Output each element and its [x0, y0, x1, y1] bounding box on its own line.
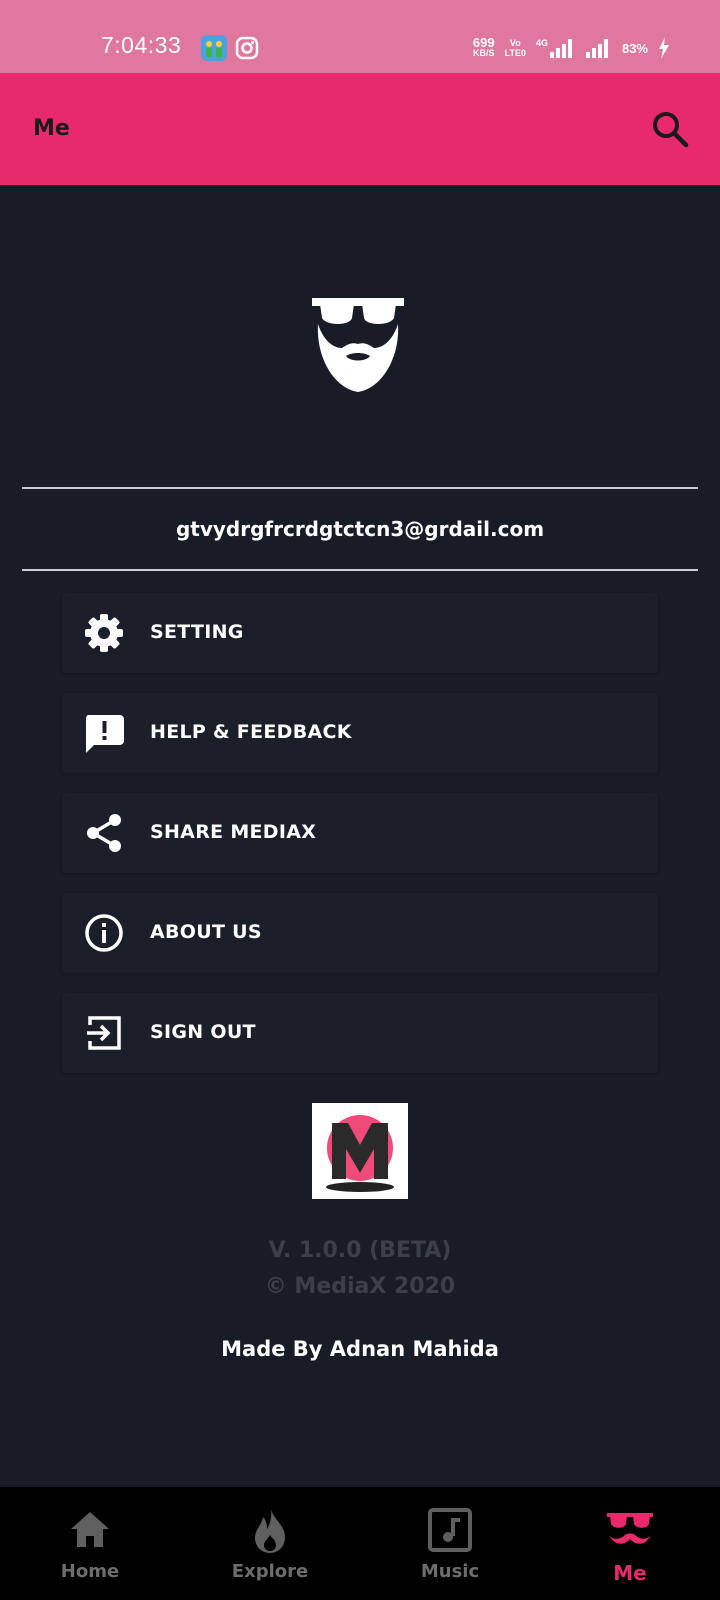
menu-label-about-us: ABOUT US	[150, 921, 262, 943]
gear-icon	[85, 614, 123, 652]
menu-item-about-us[interactable]: ABOUT US	[62, 893, 658, 973]
version-text: V. 1.0.0 (BETA)	[268, 1238, 452, 1263]
nav-label-music: Music	[420, 1561, 480, 1582]
divider-bottom	[22, 569, 698, 571]
share-icon	[87, 814, 121, 852]
home-icon	[71, 1512, 109, 1547]
menu-label-share-mediax: SHARE MEDIAX	[150, 821, 317, 843]
made-by-text: Made By Adnan Mahida	[221, 1337, 499, 1361]
volte-indicator: Vo LTE0	[505, 38, 526, 58]
menu-item-setting[interactable]: SETTING	[62, 593, 658, 673]
net-speed: 699 KB/S	[472, 35, 495, 59]
status-bar: 7:04:33 699 KB/S Vo LTE0 4G 83%	[0, 0, 720, 73]
me-mustache-icon	[607, 1513, 653, 1544]
volte-top: Vo	[509, 38, 521, 48]
mediax-logo	[312, 1103, 408, 1199]
menu-item-sign-out[interactable]: SIGN OUT	[62, 993, 658, 1073]
feedback-icon	[86, 715, 124, 753]
copyright-text: © MediaX 2020	[264, 1274, 456, 1299]
status-time: 7:04:33	[101, 32, 182, 58]
nav-label-home: Home	[60, 1561, 120, 1582]
nav-label-me: Me	[613, 1561, 647, 1585]
menu-item-help-feedback[interactable]: HELP & FEEDBACK	[62, 693, 658, 773]
signal-icon	[585, 39, 608, 58]
volte-bottom: LTE0	[504, 48, 526, 58]
net-speed-unit: KB/S	[473, 48, 495, 58]
page-title: Me	[33, 116, 70, 141]
flame-icon	[255, 1509, 285, 1553]
instagram-icon	[235, 36, 259, 60]
charging-bolt-icon	[659, 37, 669, 59]
nav-item-home[interactable]: Home	[0, 1487, 180, 1600]
bottom-nav: Home Explore Music Me	[0, 1487, 720, 1600]
menu-label-setting: SETTING	[150, 621, 244, 643]
nav-label-explore: Explore	[231, 1561, 309, 1582]
net-speed-value: 699	[472, 35, 495, 50]
svg-text:4G: 4G	[536, 38, 548, 48]
nav-item-music[interactable]: Music	[360, 1487, 540, 1600]
user-email: gtvydrgfrcrdgtctcn3@grdail.com	[175, 517, 545, 541]
beard-sunglasses-avatar-icon	[312, 298, 404, 392]
divider-top	[22, 487, 698, 489]
app-bar: Me	[0, 73, 720, 185]
menu-label-sign-out: SIGN OUT	[150, 1021, 256, 1043]
battery-level: 83%	[621, 40, 648, 56]
nav-item-me[interactable]: Me	[540, 1487, 720, 1600]
menu-item-share-mediax[interactable]: SHARE MEDIAX	[62, 793, 658, 873]
mediax-logo-mark	[326, 1115, 394, 1192]
exit-icon	[87, 1016, 121, 1050]
menu-label-help-feedback: HELP & FEEDBACK	[150, 721, 352, 743]
signal-4g-icon: 4G	[536, 38, 572, 58]
music-icon	[428, 1508, 472, 1552]
info-icon	[85, 914, 123, 952]
status-indicators: 699 KB/S Vo LTE0 4G 83%	[473, 33, 670, 63]
search-icon[interactable]	[650, 109, 690, 149]
family-app-icon	[201, 35, 227, 61]
nav-item-explore[interactable]: Explore	[180, 1487, 360, 1600]
